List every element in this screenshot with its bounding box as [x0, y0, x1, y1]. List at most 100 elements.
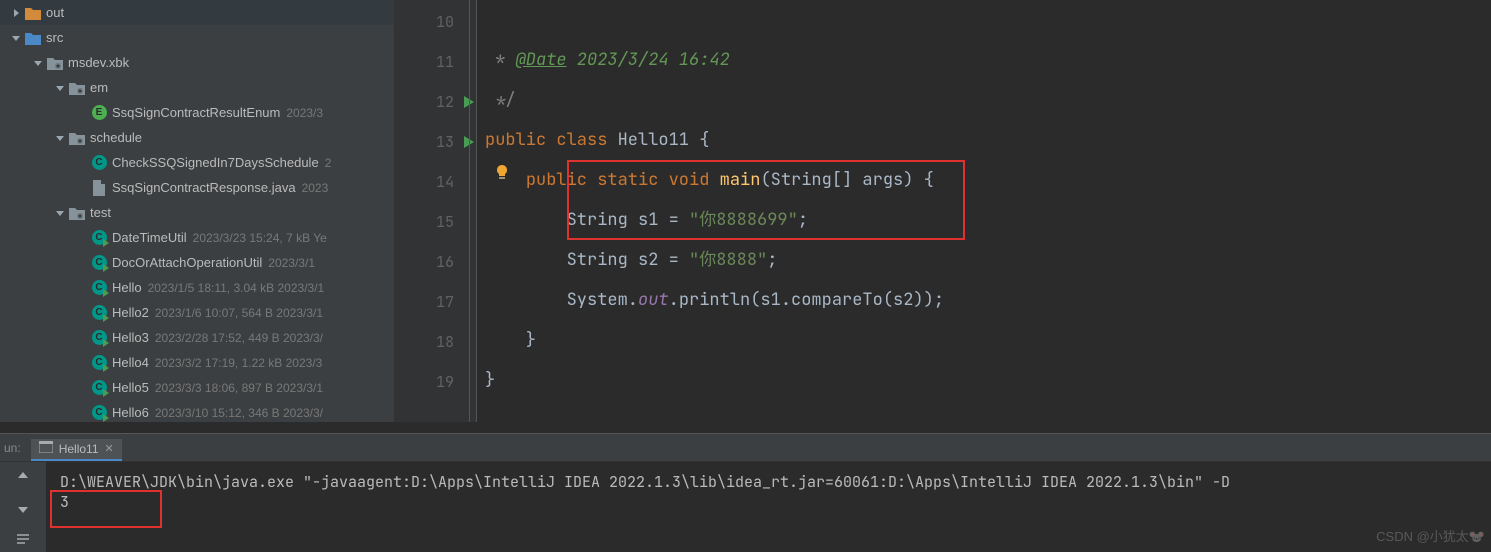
tree-label: Hello2 — [112, 305, 149, 320]
expr: System. — [567, 289, 638, 311]
tree-hint: 2023/3/3 18:06, 897 B 2023/3/1 — [155, 381, 323, 395]
expand-arrow-icon[interactable] — [74, 405, 90, 421]
kw: public static void — [526, 169, 720, 191]
stmt: String s2 = — [567, 249, 689, 271]
class-run-icon: C — [90, 305, 108, 321]
expand-arrow-icon[interactable] — [74, 380, 90, 396]
tree-node-hello2[interactable]: CHello22023/1/6 10:07, 564 B 2023/3/1 — [0, 300, 394, 325]
expand-arrow-icon[interactable] — [8, 5, 24, 21]
arrow-up-icon[interactable] — [16, 470, 30, 487]
tree-label: test — [90, 205, 111, 220]
watermark: CSDN @小犹太🐭 — [1376, 526, 1485, 545]
tree-node-hello5[interactable]: CHello52023/3/3 18:06, 897 B 2023/3/1 — [0, 375, 394, 400]
expand-arrow-icon[interactable] — [74, 355, 90, 371]
tree-node-test[interactable]: test — [0, 200, 394, 225]
tree-node-ssqsigncontractresponse-java[interactable]: SsqSignContractResponse.java2023 — [0, 175, 394, 200]
terminal-icon — [39, 441, 53, 456]
console-output[interactable]: D:\WEAVER\JDK\bin\java.exe "-javaagent:D… — [46, 462, 1491, 552]
line-number[interactable]: 18 — [395, 322, 476, 362]
tree-label: schedule — [90, 130, 142, 145]
tree-node-hello[interactable]: C Hello 2023/1/5 18:11, 3.04 kB 2023/3/1 — [0, 275, 394, 300]
pkg-icon — [46, 55, 64, 71]
tree-hint: 2023/3/23 15:24, 7 kB Ye — [193, 231, 327, 245]
project-tree[interactable]: out src msdev.xbk em ESsqSignContractResultE… — [0, 0, 395, 422]
tree-label: DocOrAttachOperationUtil — [112, 255, 262, 270]
close-icon[interactable]: ✕ — [105, 442, 114, 455]
folder-orange-icon — [24, 5, 42, 21]
run-tool-window[interactable]: un: Hello11 ✕ D:\WEAVER\JDK\bin\java.exe… — [0, 433, 1491, 551]
arrow-down-icon[interactable] — [16, 501, 30, 518]
class-run-icon: C — [90, 405, 108, 421]
line-number[interactable]: 11 — [395, 42, 476, 82]
expand-arrow-icon[interactable] — [74, 105, 90, 121]
tree-node-schedule[interactable]: schedule — [0, 125, 394, 150]
run-tab[interactable]: Hello11 ✕ — [31, 439, 122, 461]
class-icon: C — [90, 155, 108, 171]
tree-node-em[interactable]: em — [0, 75, 394, 100]
field-ref: out — [638, 289, 669, 311]
tree-node-out[interactable]: out — [0, 0, 394, 25]
tree-hint: 2023/1/5 18:11, 3.04 kB 2023/3/1 — [148, 281, 325, 295]
run-panel-label: un: — [0, 441, 31, 455]
tree-hint: 2023/3/10 15:12, 346 B 2023/3/ — [155, 406, 323, 420]
expand-arrow-icon[interactable] — [74, 330, 90, 346]
tree-node-hello6[interactable]: C Hello6 2023/3/10 15:12, 346 B 2023/3/ — [0, 400, 394, 422]
tree-label: Hello3 — [112, 330, 149, 345]
expand-arrow-icon[interactable] — [74, 280, 90, 296]
brace: } — [485, 329, 536, 351]
expand-arrow-icon[interactable] — [74, 180, 90, 196]
expand-arrow-icon[interactable] — [74, 305, 90, 321]
tree-node-msdev-xbk[interactable]: msdev.xbk — [0, 50, 394, 75]
tree-label: DateTimeUtil — [112, 230, 187, 245]
tree-label: em — [90, 80, 108, 95]
kw: public class — [485, 129, 618, 151]
enum-icon: E — [90, 105, 108, 121]
tree-label: Hello4 — [112, 355, 149, 370]
run-toolbar[interactable] — [0, 462, 46, 552]
tree-label: msdev.xbk — [68, 55, 129, 70]
line-number[interactable]: 14 — [395, 162, 476, 202]
indent — [485, 209, 567, 231]
expand-arrow-icon[interactable] — [74, 255, 90, 271]
tree-label: Hello6 — [112, 405, 149, 420]
program-output: 3 — [60, 492, 69, 512]
class-run-icon: C — [90, 280, 108, 296]
tree-label: SsqSignContractResponse.java — [112, 180, 296, 195]
intention-bulb-icon[interactable] — [494, 164, 510, 180]
expand-arrow-icon[interactable] — [52, 205, 68, 221]
expand-arrow-icon[interactable] — [74, 230, 90, 246]
expand-arrow-icon[interactable] — [8, 30, 24, 46]
line-number[interactable]: 17 — [395, 282, 476, 322]
code-editor[interactable]: 10111213141516171819 * @Date 2023/3/24 1… — [395, 0, 1491, 422]
line-number[interactable]: 16 — [395, 242, 476, 282]
tree-hint: 2023/3/1 — [268, 256, 315, 270]
tree-node-hello4[interactable]: CHello42023/3/2 17:19, 1.22 kB 2023/3 — [0, 350, 394, 375]
run-tab-label: Hello11 — [59, 442, 99, 456]
tree-node-src[interactable]: src — [0, 25, 394, 50]
tree-node-docorattachoperationutil[interactable]: CDocOrAttachOperationUtil2023/3/1 — [0, 250, 394, 275]
tree-node-hello3[interactable]: CHello32023/2/28 17:52, 449 B 2023/3/ — [0, 325, 394, 350]
line-gutter: 10111213141516171819 — [395, 0, 477, 422]
tree-node-ssqsigncontractresultenum[interactable]: ESsqSignContractResultEnum2023/3 — [0, 100, 394, 125]
line-number[interactable]: 12 — [395, 82, 476, 122]
sig: (String[] args) { — [760, 169, 933, 191]
line-number[interactable]: 15 — [395, 202, 476, 242]
expand-arrow-icon[interactable] — [52, 130, 68, 146]
tree-node-checkssqsignedin7daysschedule[interactable]: CCheckSSQSignedIn7DaysSchedule2 — [0, 150, 394, 175]
line-number[interactable]: 13 — [395, 122, 476, 162]
code-area[interactable]: * @Date 2023/3/24 16:42 */ public class … — [477, 0, 1491, 422]
tree-label: Hello — [112, 280, 142, 295]
tree-label: src — [46, 30, 63, 45]
soft-wrap-icon[interactable] — [16, 532, 30, 549]
class-run-icon: C — [90, 330, 108, 346]
semi: ; — [798, 209, 808, 231]
fold-column — [469, 0, 477, 422]
tree-label: Hello5 — [112, 380, 149, 395]
expand-arrow-icon[interactable] — [52, 80, 68, 96]
line-number[interactable]: 19 — [395, 362, 476, 402]
line-number[interactable]: 10 — [395, 2, 476, 42]
expand-arrow-icon[interactable] — [30, 55, 46, 71]
tree-hint: 2023/3 — [286, 106, 323, 120]
tree-node-datetimeutil[interactable]: CDateTimeUtil2023/3/23 15:24, 7 kB Ye — [0, 225, 394, 250]
expand-arrow-icon[interactable] — [74, 155, 90, 171]
